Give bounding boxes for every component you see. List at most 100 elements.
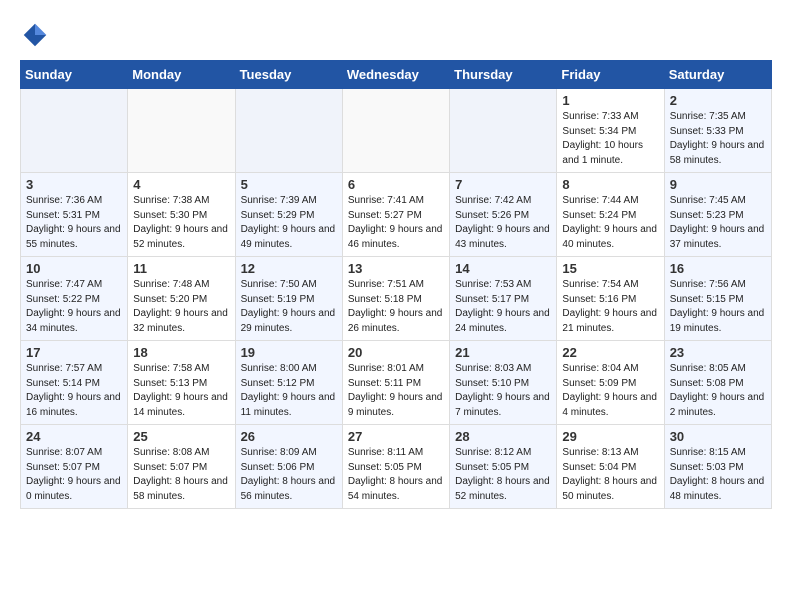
calendar-cell: 25 Sunrise: 8:08 AMSunset: 5:07 PMDayligh…	[128, 425, 235, 509]
day-number: 20	[348, 345, 444, 360]
day-number: 18	[133, 345, 229, 360]
page-header	[20, 20, 772, 50]
day-number: 26	[241, 429, 337, 444]
day-info: Sunrise: 7:58 AMSunset: 5:13 PMDaylight:…	[133, 362, 229, 420]
calendar-cell: 17 Sunrise: 7:57 AMSunset: 5:14 PMDayligh…	[21, 341, 128, 425]
day-info: Sunrise: 8:11 AMSunset: 5:05 PMDaylight:…	[348, 446, 444, 504]
day-number: 8	[562, 177, 658, 192]
logo	[20, 20, 54, 50]
day-info: Sunrise: 7:33 AMSunset: 5:34 PMDaylight:…	[562, 110, 658, 168]
calendar-cell: 21 Sunrise: 8:03 AMSunset: 5:10 PMDayligh…	[450, 341, 557, 425]
weekday-header: Friday	[557, 61, 664, 89]
day-number: 2	[670, 93, 766, 108]
calendar-cell: 14 Sunrise: 7:53 AMSunset: 5:17 PMDayligh…	[450, 257, 557, 341]
calendar-cell: 1 Sunrise: 7:33 AMSunset: 5:34 PMDaylight…	[557, 89, 664, 173]
day-info: Sunrise: 8:08 AMSunset: 5:07 PMDaylight:…	[133, 446, 229, 504]
day-number: 30	[670, 429, 766, 444]
calendar-cell	[235, 89, 342, 173]
day-info: Sunrise: 8:04 AMSunset: 5:09 PMDaylight:…	[562, 362, 658, 420]
day-number: 16	[670, 261, 766, 276]
calendar-week-row: 10 Sunrise: 7:47 AMSunset: 5:22 PMDayligh…	[21, 257, 772, 341]
day-number: 24	[26, 429, 122, 444]
calendar-cell: 9Sunrise: 7:45 AMSunset: 5:23 PMDaylight…	[664, 173, 771, 257]
day-number: 27	[348, 429, 444, 444]
weekday-header: Saturday	[664, 61, 771, 89]
day-info: Sunrise: 8:09 AMSunset: 5:06 PMDaylight:…	[241, 446, 337, 504]
day-info: Sunrise: 7:57 AMSunset: 5:14 PMDaylight:…	[26, 362, 122, 420]
day-number: 17	[26, 345, 122, 360]
day-info: Sunrise: 7:51 AMSunset: 5:18 PMDaylight:…	[348, 278, 444, 336]
calendar-cell	[342, 89, 449, 173]
calendar-cell	[128, 89, 235, 173]
calendar-week-row: 1 Sunrise: 7:33 AMSunset: 5:34 PMDaylight…	[21, 89, 772, 173]
calendar-cell: 29 Sunrise: 8:13 AMSunset: 5:04 PMDayligh…	[557, 425, 664, 509]
day-info: Sunrise: 7:36 AMSunset: 5:31 PMDaylight:…	[26, 194, 122, 252]
day-info: Sunrise: 7:35 AMSunset: 5:33 PMDaylight:…	[670, 110, 766, 168]
calendar-table: SundayMondayTuesdayWednesdayThursdayFrid…	[20, 60, 772, 509]
calendar-cell: 20 Sunrise: 8:01 AMSunset: 5:11 PMDayligh…	[342, 341, 449, 425]
weekday-header: Monday	[128, 61, 235, 89]
calendar-cell: 24 Sunrise: 8:07 AMSunset: 5:07 PMDayligh…	[21, 425, 128, 509]
day-number: 6	[348, 177, 444, 192]
calendar-cell: 11Sunrise: 7:48 AMSunset: 5:20 PMDayligh…	[128, 257, 235, 341]
calendar-cell: 7 Sunrise: 7:42 AMSunset: 5:26 PMDaylight…	[450, 173, 557, 257]
day-number: 1	[562, 93, 658, 108]
day-info: Sunrise: 7:50 AMSunset: 5:19 PMDaylight:…	[241, 278, 337, 336]
day-number: 22	[562, 345, 658, 360]
day-number: 25	[133, 429, 229, 444]
day-info: Sunrise: 7:41 AMSunset: 5:27 PMDaylight:…	[348, 194, 444, 252]
day-info: Sunrise: 7:42 AMSunset: 5:26 PMDaylight:…	[455, 194, 551, 252]
calendar-cell: 10 Sunrise: 7:47 AMSunset: 5:22 PMDayligh…	[21, 257, 128, 341]
calendar-week-row: 17 Sunrise: 7:57 AMSunset: 5:14 PMDayligh…	[21, 341, 772, 425]
day-info: Sunrise: 7:39 AMSunset: 5:29 PMDaylight:…	[241, 194, 337, 252]
calendar-cell: 4 Sunrise: 7:38 AMSunset: 5:30 PMDaylight…	[128, 173, 235, 257]
day-number: 13	[348, 261, 444, 276]
calendar-cell: 13 Sunrise: 7:51 AMSunset: 5:18 PMDayligh…	[342, 257, 449, 341]
day-number: 12	[241, 261, 337, 276]
logo-icon	[20, 20, 50, 50]
day-number: 9	[670, 177, 766, 192]
calendar-cell: 6 Sunrise: 7:41 AMSunset: 5:27 PMDaylight…	[342, 173, 449, 257]
calendar-cell	[450, 89, 557, 173]
day-number: 5	[241, 177, 337, 192]
calendar-cell: 30 Sunrise: 8:15 AMSunset: 5:03 PMDayligh…	[664, 425, 771, 509]
calendar-cell: 3Sunrise: 7:36 AMSunset: 5:31 PMDaylight…	[21, 173, 128, 257]
calendar-cell	[21, 89, 128, 173]
day-info: Sunrise: 7:38 AMSunset: 5:30 PMDaylight:…	[133, 194, 229, 252]
calendar-cell: 15 Sunrise: 7:54 AMSunset: 5:16 PMDayligh…	[557, 257, 664, 341]
day-info: Sunrise: 8:12 AMSunset: 5:05 PMDaylight:…	[455, 446, 551, 504]
day-info: Sunrise: 8:15 AMSunset: 5:03 PMDaylight:…	[670, 446, 766, 504]
weekday-header: Thursday	[450, 61, 557, 89]
day-info: Sunrise: 7:53 AMSunset: 5:17 PMDaylight:…	[455, 278, 551, 336]
calendar-cell: 5 Sunrise: 7:39 AMSunset: 5:29 PMDaylight…	[235, 173, 342, 257]
day-number: 14	[455, 261, 551, 276]
day-number: 23	[670, 345, 766, 360]
calendar-cell: 23 Sunrise: 8:05 AMSunset: 5:08 PMDayligh…	[664, 341, 771, 425]
day-info: Sunrise: 8:00 AMSunset: 5:12 PMDaylight:…	[241, 362, 337, 420]
calendar-cell: 2 Sunrise: 7:35 AMSunset: 5:33 PMDaylight…	[664, 89, 771, 173]
day-info: Sunrise: 7:44 AMSunset: 5:24 PMDaylight:…	[562, 194, 658, 252]
day-info: Sunrise: 8:03 AMSunset: 5:10 PMDaylight:…	[455, 362, 551, 420]
day-number: 11	[133, 261, 229, 276]
day-number: 15	[562, 261, 658, 276]
day-number: 4	[133, 177, 229, 192]
day-number: 7	[455, 177, 551, 192]
calendar-cell: 19Sunrise: 8:00 AMSunset: 5:12 PMDayligh…	[235, 341, 342, 425]
day-info: Sunrise: 7:54 AMSunset: 5:16 PMDaylight:…	[562, 278, 658, 336]
weekday-header: Sunday	[21, 61, 128, 89]
day-number: 21	[455, 345, 551, 360]
day-number: 10	[26, 261, 122, 276]
day-info: Sunrise: 7:56 AMSunset: 5:15 PMDaylight:…	[670, 278, 766, 336]
day-info: Sunrise: 8:01 AMSunset: 5:11 PMDaylight:…	[348, 362, 444, 420]
calendar-week-row: 24 Sunrise: 8:07 AMSunset: 5:07 PMDayligh…	[21, 425, 772, 509]
calendar-cell: 12 Sunrise: 7:50 AMSunset: 5:19 PMDayligh…	[235, 257, 342, 341]
calendar-cell: 18 Sunrise: 7:58 AMSunset: 5:13 PMDayligh…	[128, 341, 235, 425]
day-info: Sunrise: 8:13 AMSunset: 5:04 PMDaylight:…	[562, 446, 658, 504]
calendar-cell: 16 Sunrise: 7:56 AMSunset: 5:15 PMDayligh…	[664, 257, 771, 341]
day-info: Sunrise: 8:05 AMSunset: 5:08 PMDaylight:…	[670, 362, 766, 420]
day-number: 28	[455, 429, 551, 444]
day-info: Sunrise: 8:07 AMSunset: 5:07 PMDaylight:…	[26, 446, 122, 504]
day-number: 29	[562, 429, 658, 444]
day-info: Sunrise: 7:47 AMSunset: 5:22 PMDaylight:…	[26, 278, 122, 336]
calendar-cell: 22 Sunrise: 8:04 AMSunset: 5:09 PMDayligh…	[557, 341, 664, 425]
